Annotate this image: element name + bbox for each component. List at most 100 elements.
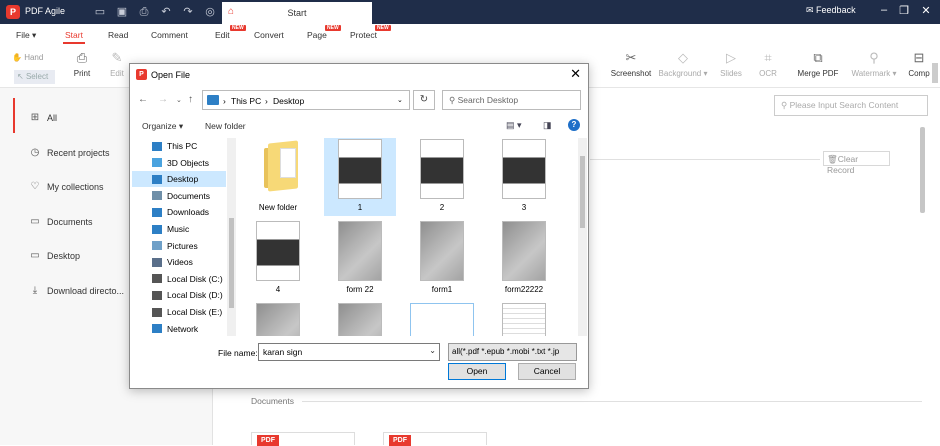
clear-record-button[interactable]: 🗑Clear Record xyxy=(823,151,890,175)
file-scrollbar[interactable] xyxy=(578,138,587,336)
restore-button[interactable]: ❐ xyxy=(896,4,912,17)
active-indicator xyxy=(13,98,15,133)
file-item[interactable]: New folder xyxy=(242,138,314,216)
file-item[interactable] xyxy=(324,298,396,336)
menu-page[interactable]: Page xyxy=(307,30,327,40)
save-icon[interactable]: ▣ xyxy=(115,5,129,19)
recent-chevron-icon[interactable]: ⌄ xyxy=(176,96,182,104)
breadcrumb-desktop[interactable]: Desktop xyxy=(273,96,304,106)
tree-item[interactable]: Desktop xyxy=(132,171,226,188)
sidebar-item-download[interactable]: ⤓ Download directo... xyxy=(30,285,124,296)
search-input[interactable]: ⚲ Please Input Search Content xyxy=(774,95,928,116)
chevron-down-icon[interactable]: ⌄ xyxy=(429,346,436,355)
tree-item[interactable]: Downloads xyxy=(152,204,228,220)
tree-item[interactable]: This PC xyxy=(152,138,228,154)
up-arrow-icon[interactable]: ↑ xyxy=(188,94,193,105)
edit-button[interactable]: ✎ Edit xyxy=(106,50,128,78)
watermark-button[interactable]: ⚲ Watermark ▾ xyxy=(849,50,899,78)
file-item[interactable]: 3 xyxy=(488,138,560,216)
print-icon[interactable]: ⎙ xyxy=(137,5,151,19)
file-item[interactable]: form22222 xyxy=(488,216,560,298)
sidebar-item-all[interactable]: ⊞ All xyxy=(30,112,57,123)
sidebar-item-desktop[interactable]: ▭ Desktop xyxy=(30,250,80,261)
back-arrow-icon[interactable]: ← xyxy=(138,94,148,105)
preview-pane-icon[interactable]: ◨ xyxy=(543,120,552,131)
merge-pdf-button[interactable]: ⧉ Merge PDF xyxy=(795,50,841,78)
dialog-search-input[interactable]: ⚲ Search Desktop xyxy=(442,90,581,110)
tree-item[interactable]: Local Disk (D:) xyxy=(152,287,228,303)
file-item[interactable]: 2 xyxy=(406,138,478,216)
sidebar-item-recent[interactable]: ◷ Recent projects xyxy=(30,147,110,158)
document-icon xyxy=(280,148,296,178)
pdf-card[interactable]: PDF xyxy=(383,432,487,446)
tree-item[interactable]: Music xyxy=(152,221,228,237)
sidebar-item-label: All xyxy=(47,112,58,123)
file-item[interactable]: 1 xyxy=(324,138,396,216)
menu-edit[interactable]: Edit xyxy=(215,30,230,40)
close-window-button[interactable]: ✕ xyxy=(918,4,934,17)
refresh-button[interactable]: ↻ xyxy=(413,90,435,110)
chevron-down-icon[interactable]: ⌄ xyxy=(397,96,403,104)
file-thumbnail xyxy=(256,303,300,336)
open-button[interactable]: Open xyxy=(448,363,506,380)
tree-item[interactable]: Network xyxy=(152,321,228,336)
feedback-button[interactable]: ✉ Feedback xyxy=(806,5,856,16)
ocr-button[interactable]: ⌗ OCR xyxy=(756,50,780,78)
sidebar-item-collections[interactable]: ♡ My collections xyxy=(30,181,104,192)
file-item[interactable] xyxy=(242,298,314,336)
file-item[interactable]: 4 xyxy=(242,216,314,298)
breadcrumb-this-pc[interactable]: This PC xyxy=(231,96,261,106)
menu-file[interactable]: File ▾ xyxy=(16,30,36,41)
folder-icon[interactable]: ▭ xyxy=(93,5,107,19)
file-item[interactable] xyxy=(406,298,478,336)
menu-start[interactable]: Start xyxy=(65,30,83,40)
forward-arrow-icon[interactable]: → xyxy=(158,94,168,105)
screenshot-button[interactable]: ✂ Screenshot xyxy=(607,50,655,78)
tab-start[interactable]: ⌂ Start xyxy=(222,2,372,24)
slides-button[interactable]: ▷ Slides xyxy=(716,50,746,78)
view-icon[interactable]: ▤ ▾ xyxy=(506,120,522,131)
tree-item[interactable]: 3D Objects xyxy=(152,155,228,171)
menu-read[interactable]: Read xyxy=(108,30,128,40)
sidebar-item-documents[interactable]: ▭ Documents xyxy=(30,216,92,227)
tree-item[interactable]: Local Disk (E:) xyxy=(152,304,228,320)
tree-item[interactable]: Pictures xyxy=(152,238,228,254)
tree-item[interactable]: Documents xyxy=(152,188,228,204)
monitor-icon: ▭ xyxy=(30,250,40,261)
dialog-command-bar: Organize ▾ New folder ▤ ▾ ◨ ? xyxy=(130,114,588,136)
file-scroll-thumb[interactable] xyxy=(580,156,585,228)
tree-scroll-thumb[interactable] xyxy=(229,218,234,308)
pdf-badge: PDF xyxy=(257,435,279,446)
file-item[interactable]: form1 xyxy=(406,216,478,298)
tree-item[interactable]: Local Disk (C:) xyxy=(152,271,228,287)
pdf-card[interactable]: PDF xyxy=(251,432,355,446)
main-scrollbar[interactable] xyxy=(920,127,925,213)
tree-item[interactable]: Videos xyxy=(152,254,228,270)
file-item-label: form1 xyxy=(431,285,453,294)
new-folder-button[interactable]: New folder xyxy=(205,121,246,131)
organize-button[interactable]: Organize ▾ xyxy=(142,121,183,132)
address-bar[interactable]: › This PC › Desktop ⌄ xyxy=(202,90,410,110)
help-icon[interactable]: ? xyxy=(568,119,580,131)
menu-protect[interactable]: Protect xyxy=(350,30,377,40)
select-tool[interactable]: ↖ Select xyxy=(14,70,55,84)
print-button[interactable]: ⎙ Print xyxy=(70,50,94,78)
minimize-button[interactable]: – xyxy=(876,4,892,16)
redo-icon[interactable]: ↷ xyxy=(181,5,195,19)
compress-button[interactable]: ⊟ Comp xyxy=(906,50,932,78)
close-dialog-button[interactable]: ✕ xyxy=(570,66,581,82)
file-name-input[interactable]: karan sign ⌄ xyxy=(258,343,440,361)
file-item[interactable] xyxy=(488,298,560,336)
cancel-button[interactable]: Cancel xyxy=(518,363,576,380)
menu-comment[interactable]: Comment xyxy=(151,30,188,40)
tree-scrollbar[interactable] xyxy=(227,138,236,336)
hand-tool[interactable]: ✋ Hand xyxy=(12,53,43,62)
undo-icon[interactable]: ↶ xyxy=(159,5,173,19)
folder-icon xyxy=(152,324,162,334)
menu-convert[interactable]: Convert xyxy=(254,30,284,40)
file-type-select[interactable]: all(*.pdf *.epub *.mobi *.txt *.jp xyxy=(448,343,577,361)
quick-icon[interactable]: ◎ xyxy=(203,5,217,19)
file-item[interactable]: form 22 xyxy=(324,216,396,298)
background-button[interactable]: ◇ Background ▾ xyxy=(656,50,710,78)
toolbar-scroll[interactable] xyxy=(932,63,938,83)
